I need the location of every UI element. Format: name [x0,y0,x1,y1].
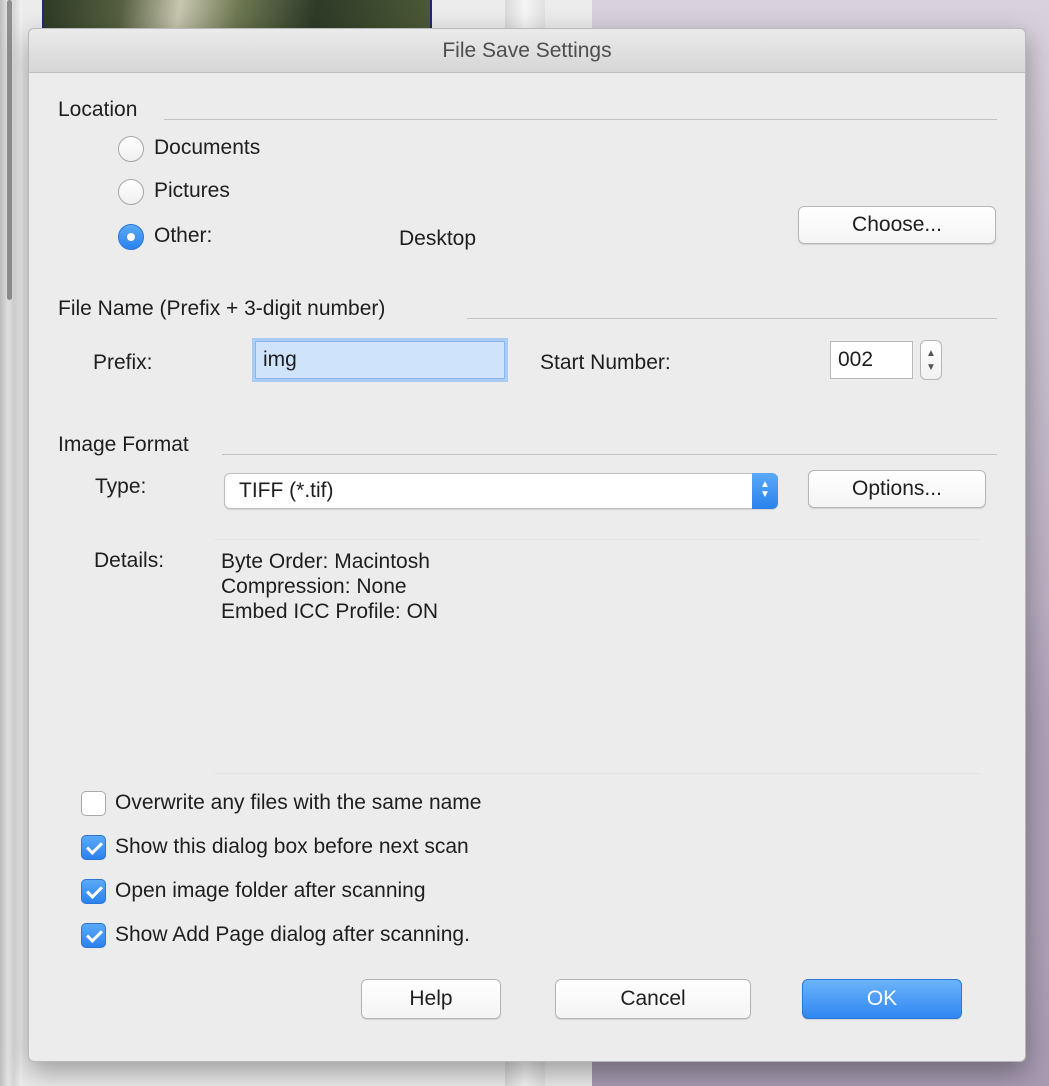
image-format-section-rule [222,454,997,455]
location-section-label: Location [58,98,138,121]
location-section-rule [164,119,997,120]
image-format-section-label: Image Format [58,433,189,456]
radio-other[interactable]: Other: [118,222,318,252]
type-select[interactable]: TIFF (*.tif) ▲ ▼ [224,473,778,509]
radio-other-button[interactable] [118,224,144,250]
checkbox-add-page[interactable]: Show Add Page dialog after scanning. [81,921,641,951]
radio-documents-button[interactable] [118,136,144,162]
checkbox-add-page-label: Show Add Page dialog after scanning. [115,923,470,946]
choose-button[interactable]: Choose... [798,206,996,244]
radio-pictures-label: Pictures [154,179,230,202]
start-number-input[interactable]: 002 [830,341,913,379]
dialog-title: File Save Settings [29,29,1025,73]
details-icc-profile: Embed ICC Profile: ON [221,600,439,623]
checkbox-open-folder-label: Open image folder after scanning [115,879,426,902]
checkbox-open-folder-box[interactable] [81,879,106,904]
options-button[interactable]: Options... [808,470,986,508]
file-save-settings-dialog: File Save Settings Location Documents Pi… [28,28,1026,1062]
type-label: Type: [95,475,147,498]
radio-pictures[interactable]: Pictures [118,177,318,207]
file-name-section-label: File Name (Prefix + 3-digit number) [58,297,386,320]
radio-other-label: Other: [154,224,213,247]
checkbox-open-folder[interactable]: Open image folder after scanning [81,877,641,907]
background-photo-thumbnail [42,0,432,30]
details-compression: Compression: None [221,575,407,598]
checkbox-show-dialog-label: Show this dialog box before next scan [115,835,469,858]
checkbox-overwrite-box[interactable] [81,791,106,816]
start-number-label: Start Number: [540,351,671,374]
checkbox-show-dialog[interactable]: Show this dialog box before next scan [81,833,641,863]
radio-pictures-button[interactable] [118,179,144,205]
checkbox-overwrite[interactable]: Overwrite any files with the same name [81,789,641,819]
file-name-section-rule [467,318,997,319]
background-scrollbar [7,0,12,300]
select-arrows-icon[interactable]: ▲ ▼ [752,473,778,509]
radio-documents[interactable]: Documents [118,134,318,164]
other-location-path: Desktop [399,227,477,250]
details-box: Byte Order: Macintosh Compression: None … [214,539,980,774]
checkbox-show-dialog-box[interactable] [81,835,106,860]
prefix-label: Prefix: [93,351,153,374]
help-button[interactable]: Help [361,979,501,1019]
stepper-down-icon[interactable]: ▼ [921,363,941,373]
prefix-input[interactable]: img [255,341,505,379]
details-text: Byte Order: Macintosh Compression: None … [221,549,438,624]
details-byte-order: Byte Order: Macintosh [221,550,430,573]
radio-documents-label: Documents [154,136,261,159]
ok-button[interactable]: OK [802,979,962,1019]
cancel-button[interactable]: Cancel [555,979,751,1019]
details-label: Details: [94,549,165,572]
type-select-value: TIFF (*.tif) [239,479,334,502]
stepper-up-icon[interactable]: ▲ [921,349,941,359]
checkbox-overwrite-label: Overwrite any files with the same name [115,791,482,814]
start-number-stepper[interactable]: ▲ ▼ [920,340,942,380]
checkbox-add-page-box[interactable] [81,923,106,948]
